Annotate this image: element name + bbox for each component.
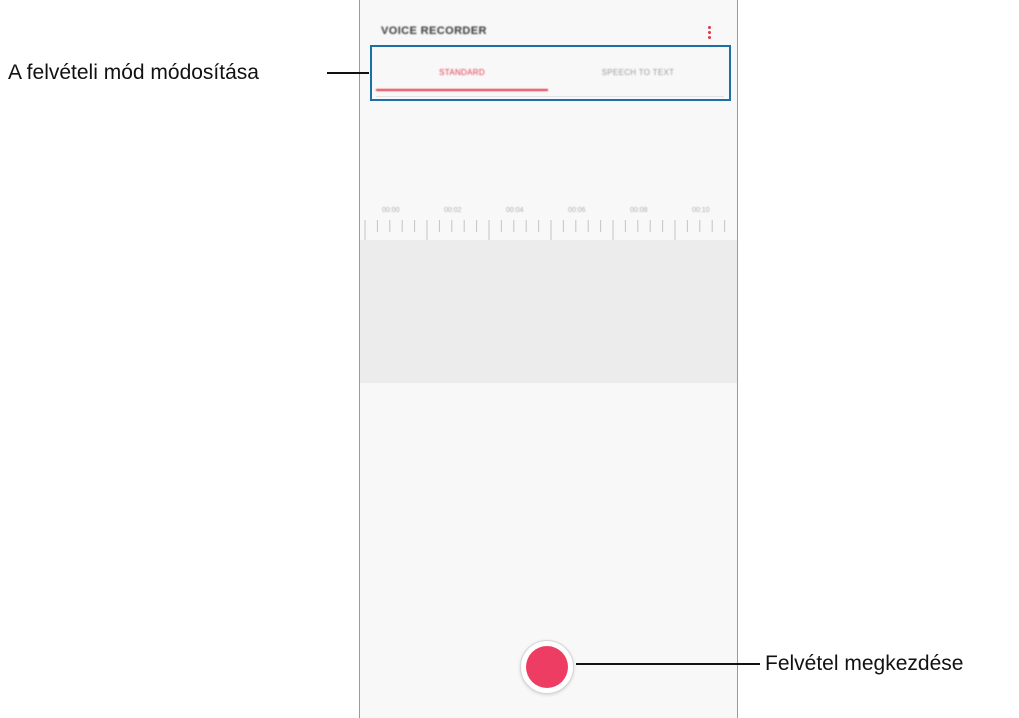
timeline-label: 00:08 — [630, 207, 648, 214]
record-button-ring — [520, 640, 574, 694]
record-button[interactable] — [526, 646, 568, 688]
phone-screen: VOICE RECORDER STANDARD SPEECH TO TEXT 0… — [359, 0, 738, 718]
timeline-label: 00:02 — [444, 207, 462, 214]
tab-standard[interactable]: STANDARD — [376, 62, 548, 94]
callout-mode-change: A felvételi mód módosítása — [8, 61, 259, 84]
timeline-label: 00:04 — [506, 207, 524, 214]
tab-speech-to-text[interactable]: SPEECH TO TEXT — [552, 62, 724, 94]
timeline-label: 00:10 — [692, 207, 710, 214]
more-options-icon[interactable] — [704, 25, 714, 43]
menu-dot — [707, 26, 711, 29]
timeline-ticks — [364, 220, 726, 240]
waveform-area — [360, 240, 737, 383]
callout-leader-line — [327, 72, 369, 74]
app-title: VOICE RECORDER — [381, 25, 487, 37]
menu-dot — [707, 36, 711, 39]
callout-start-recording: Felvétel megkezdése — [765, 652, 964, 675]
recording-mode-tabs: STANDARD SPEECH TO TEXT — [376, 62, 724, 97]
timeline-ruler: 00:00 00:02 00:04 00:06 00:08 00:10 — [360, 200, 737, 240]
timeline-label: 00:06 — [568, 207, 586, 214]
callout-leader-line — [576, 663, 760, 665]
timeline-label: 00:00 — [382, 207, 400, 214]
menu-dot — [707, 31, 711, 34]
